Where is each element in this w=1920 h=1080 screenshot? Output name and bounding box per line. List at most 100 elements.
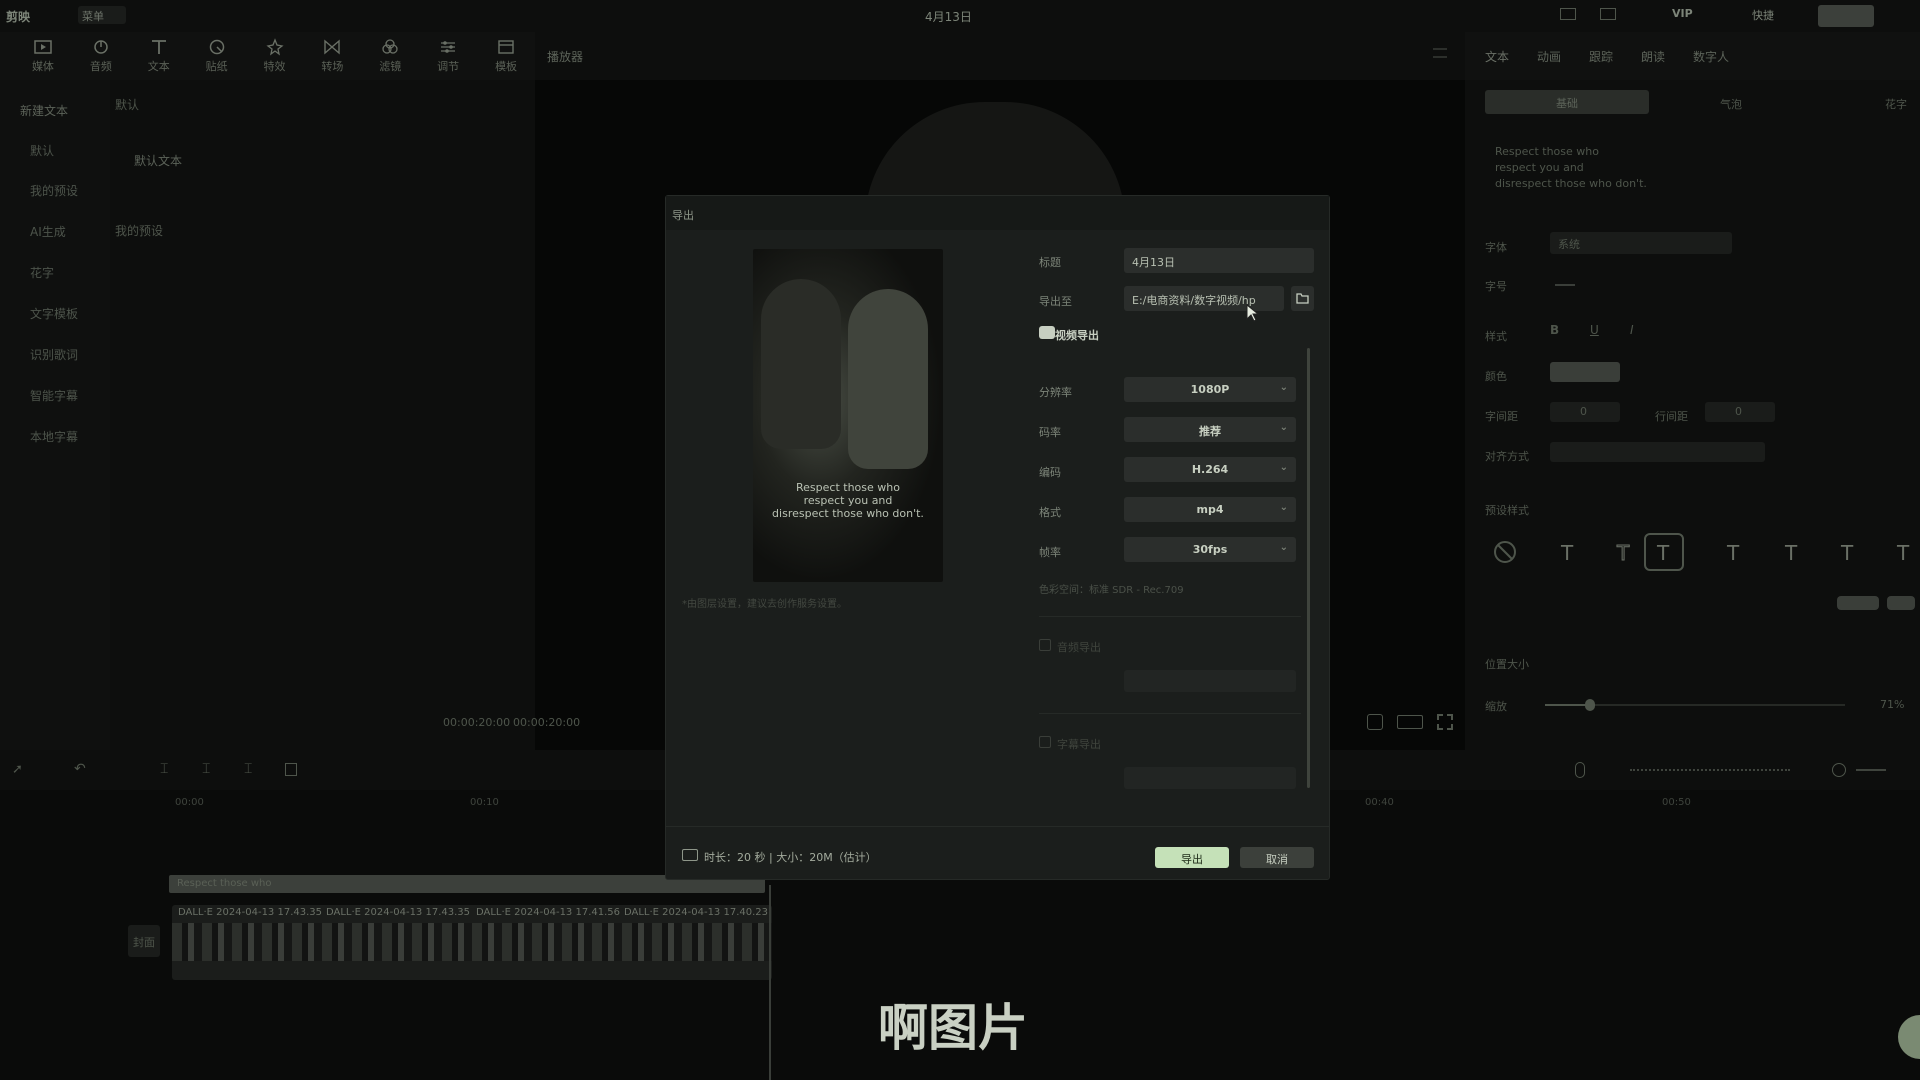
scale-slider-handle[interactable] [1585,699,1595,711]
nav-item-lyrics[interactable]: 识别歌词 [30,346,78,363]
fullscreen-icon[interactable] [1437,714,1453,730]
tab-animation[interactable]: 动画 [1537,48,1561,65]
export-top-button[interactable] [1818,5,1874,27]
zoom-out-icon[interactable] [1832,763,1846,777]
toolbar-item-transition[interactable]: 转场 [303,32,361,80]
resolution-select[interactable]: 1080P ⌄ [1124,377,1296,402]
folder-browse-button[interactable] [1291,286,1314,311]
subtitle-format-select[interactable] [1124,767,1296,789]
cover-button[interactable]: 封面 [128,925,160,957]
size-slider[interactable] [1555,284,1575,286]
audio-export-checkbox[interactable] [1039,639,1051,651]
undo-icon[interactable]: ↶ [74,761,86,777]
ratio-icon[interactable] [1397,715,1423,729]
align-options[interactable] [1550,442,1765,462]
video-track[interactable]: DALL·E 2024-04-13 17.43.35 DALL·E 2024-0… [172,905,772,980]
screenshot-icon[interactable] [1367,714,1383,730]
bitrate-value: 推荐 [1199,425,1221,438]
export-button[interactable]: 导出 [1155,847,1229,868]
toolbar-item-audio[interactable]: 音频 [72,32,130,80]
italic-icon[interactable]: I [1630,323,1634,337]
bitrate-select[interactable]: 推荐 ⌄ [1124,417,1296,442]
subtab-basic[interactable]: 基础 [1485,90,1649,114]
tab-tracking[interactable]: 跟踪 [1589,48,1613,65]
playhead[interactable] [769,885,771,1080]
line-spacing-value: 0 [1735,405,1742,418]
export-path-input[interactable]: E:/电商资料/数字视频/hp [1124,286,1284,311]
microphone-icon[interactable] [1575,762,1585,778]
format-select[interactable]: mp4 ⌄ [1124,497,1296,522]
font-value: 系统 [1558,238,1580,251]
bitrate-label: 码率 [1039,426,1061,439]
nav-item-ai-generate[interactable]: AI生成 [30,223,66,240]
nav-item-text-template[interactable]: 文字模板 [30,305,78,322]
export-dialog-header: 导出 [666,196,1329,230]
toolbar-item-effects[interactable]: 特效 [246,32,304,80]
format-value: mp4 [1196,503,1224,516]
settings-scrollbar[interactable] [1307,348,1310,788]
zoom-slider[interactable] [1856,769,1886,771]
split-icon[interactable]: ⌶ [160,761,168,777]
delete-icon[interactable] [285,763,297,776]
nav-item-new-text[interactable]: 新建文本 [20,102,68,119]
split-right-icon[interactable]: ⌶ [244,761,252,777]
split-left-icon[interactable]: ⌶ [202,761,210,777]
default-text-item[interactable]: 默认文本 [134,152,182,169]
title-input[interactable]: 4月13日 [1124,248,1314,273]
shortcut-button[interactable]: 快捷 [1752,7,1774,23]
toolbar-item-template[interactable]: 模板 [477,32,535,80]
video-export-checkbox[interactable] [1039,326,1055,339]
underline-icon[interactable]: U [1590,323,1599,337]
shortcut-icon[interactable] [1600,8,1616,20]
nav-item-auto-captions[interactable]: 智能字幕 [30,387,78,404]
toolbar-item-filter[interactable]: 滤镜 [361,32,419,80]
audio-format-select[interactable] [1124,670,1296,692]
resolution-label: 分辨率 [1039,386,1072,399]
toolbar-item-text[interactable]: 文本 [130,32,188,80]
nav-item-my-presets[interactable]: 我的预设 [30,182,78,199]
tab-read-aloud[interactable]: 朗读 [1641,48,1665,65]
subtab-label: 基础 [1556,97,1578,110]
menu-button[interactable]: 菜单 [78,6,126,24]
subtab-bubble[interactable]: 气泡 [1720,96,1742,112]
vip-badge[interactable]: VIP [1672,7,1693,20]
svg-text:T: T [1656,541,1670,565]
svg-text:T: T [1896,541,1910,565]
cancel-button[interactable]: 取消 [1240,847,1314,868]
total-time: 00:00:20:00 [513,716,581,729]
tab-text[interactable]: 文本 [1485,48,1509,65]
layout-icon[interactable] [1560,8,1576,20]
nav-item-local-captions[interactable]: 本地字幕 [30,428,78,445]
subtitle-export-checkbox[interactable] [1039,736,1051,748]
text-content-editor[interactable]: Respect those who respect you and disres… [1495,144,1647,192]
video-subtitle-overlay: 啊图片 [878,999,1028,1057]
toolbar-label: 调节 [437,60,460,73]
align-label: 对齐方式 [1485,450,1529,463]
text-line: disrespect those who don't. [1495,177,1647,190]
menu-icon[interactable] [1433,48,1447,58]
fps-select[interactable]: 30fps ⌄ [1124,537,1296,562]
preset-styles-grid[interactable]: T T T T T T T [1485,532,1915,616]
timeline-tools[interactable] [1630,769,1790,771]
toolbar-item-sticker[interactable]: 贴纸 [188,32,246,80]
toolbar-label: 模板 [495,60,518,73]
font-select[interactable]: 系统 [1550,232,1732,254]
caption-line: Respect those who [796,481,900,494]
clip-label: DALL·E 2024-04-13 17.40.23 [624,907,769,918]
codec-select[interactable]: H.264 ⌄ [1124,457,1296,482]
select-tool-icon[interactable]: ➚ [12,762,23,777]
spacing-input[interactable]: 0 [1550,402,1620,422]
nav-item-fancy-text[interactable]: 花字 [30,264,54,281]
nav-item-default[interactable]: 默认 [30,142,54,159]
preview-figure-right [848,289,928,469]
line-spacing-input[interactable]: 0 [1705,402,1775,422]
subtab-fancy[interactable]: 花字 [1885,96,1907,112]
toolbar-item-media[interactable]: 媒体 [14,32,72,80]
color-swatch[interactable] [1550,362,1620,382]
scale-slider[interactable] [1545,699,1845,711]
tab-digital-human[interactable]: 数字人 [1693,48,1729,65]
bold-icon[interactable]: B [1550,323,1559,337]
audio-export-section: 音频导出 [1057,641,1101,654]
svg-text:T: T [1840,541,1854,565]
toolbar-item-adjust[interactable]: 调节 [419,32,477,80]
